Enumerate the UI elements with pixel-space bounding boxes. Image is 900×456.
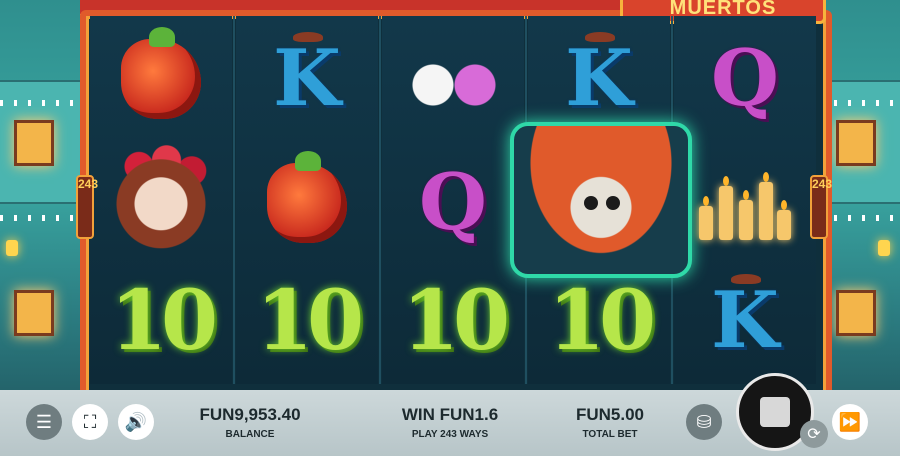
sombrero-icon bbox=[293, 32, 323, 42]
symbol-mariachi-skeleton bbox=[510, 122, 692, 278]
sombrero-icon bbox=[731, 274, 761, 284]
fast-forward-icon: ⏩ bbox=[838, 411, 862, 432]
string-lights bbox=[820, 215, 900, 221]
k-symbol-label: K bbox=[711, 275, 779, 366]
q-symbol-label: Q bbox=[419, 157, 487, 248]
turbo-button[interactable]: ⏩ bbox=[832, 404, 868, 440]
balance-display: FUN9,953.40 BALANCE bbox=[190, 405, 310, 440]
street-lamp bbox=[878, 240, 890, 256]
string-lights bbox=[0, 215, 80, 221]
ten-symbol-label: 10 bbox=[401, 273, 510, 369]
symbol-k: K bbox=[539, 24, 659, 134]
sugar-skulls-icon bbox=[403, 55, 503, 115]
ten-symbol-label: 10 bbox=[547, 273, 656, 369]
symbol-sugar-skulls bbox=[393, 30, 513, 140]
symbol-candles bbox=[685, 148, 805, 258]
street-lamp bbox=[6, 240, 18, 256]
bet-settings-button[interactable]: ⛁ bbox=[686, 404, 722, 440]
menu-icon: ☰ bbox=[35, 411, 53, 432]
sound-button[interactable]: 🔊 bbox=[118, 404, 154, 440]
ways-label: PLAY 243 WAYS bbox=[411, 429, 489, 440]
speaker-icon: 🔊 bbox=[124, 411, 148, 432]
autoplay-button[interactable]: ⟳ bbox=[800, 420, 828, 448]
chili-peppers-icon bbox=[267, 151, 347, 243]
symbol-k: K bbox=[685, 266, 805, 376]
stop-icon bbox=[760, 397, 790, 427]
sombrero-icon bbox=[585, 32, 615, 42]
win-value: WIN FUN1.6 bbox=[401, 405, 499, 424]
symbol-ten: 10 bbox=[539, 266, 659, 376]
candle bbox=[719, 176, 733, 240]
total-bet-value: FUN5.00 bbox=[575, 405, 645, 424]
skull-eye bbox=[584, 196, 598, 210]
ways-indicator-right: 243 bbox=[810, 175, 832, 239]
win-display: WIN FUN1.6 PLAY 243 WAYS bbox=[380, 405, 520, 440]
symbol-q: Q bbox=[685, 24, 805, 134]
reel-divider bbox=[379, 16, 381, 384]
candles-icon bbox=[695, 158, 795, 248]
lit-window bbox=[14, 120, 54, 166]
ways-indicator-left: 243 bbox=[76, 175, 98, 239]
symbol-catrina bbox=[101, 140, 221, 250]
symbol-peppers bbox=[101, 24, 221, 134]
symbol-q: Q bbox=[393, 148, 513, 258]
fullscreen-button[interactable]: ⛶ bbox=[72, 404, 108, 440]
lit-window bbox=[836, 290, 876, 336]
balance-label: BALANCE bbox=[225, 429, 275, 440]
candle bbox=[777, 200, 791, 240]
k-symbol-label: K bbox=[273, 33, 341, 124]
lit-window bbox=[836, 120, 876, 166]
autoplay-icon: ⟳ bbox=[807, 426, 821, 443]
menu-button[interactable]: ☰ bbox=[26, 404, 62, 440]
total-bet-label: TOTAL BET bbox=[582, 429, 638, 440]
q-symbol-label: Q bbox=[711, 33, 779, 124]
ten-symbol-label: 10 bbox=[109, 273, 218, 369]
symbol-peppers bbox=[247, 148, 367, 258]
candle bbox=[739, 190, 753, 240]
fullscreen-icon: ⛶ bbox=[83, 411, 97, 432]
coins-icon: ⛁ bbox=[696, 411, 712, 432]
total-bet-display: FUN5.00 TOTAL BET bbox=[560, 405, 660, 440]
k-symbol-label: K bbox=[565, 33, 633, 124]
ten-symbol-label: 10 bbox=[255, 273, 364, 369]
symbol-ten: 10 bbox=[101, 266, 221, 376]
symbol-ten: 10 bbox=[247, 266, 367, 376]
candle bbox=[759, 172, 773, 240]
string-lights bbox=[0, 100, 80, 106]
lit-window bbox=[14, 290, 54, 336]
skull-eye bbox=[606, 196, 620, 210]
chili-peppers-icon bbox=[121, 27, 201, 119]
candle bbox=[699, 196, 713, 240]
catrina-face-icon bbox=[106, 140, 216, 250]
symbol-k: K bbox=[247, 24, 367, 134]
balance-value: FUN9,953.40 bbox=[199, 405, 301, 424]
reel-divider bbox=[233, 16, 235, 384]
symbol-ten: 10 bbox=[393, 266, 513, 376]
string-lights bbox=[820, 100, 900, 106]
